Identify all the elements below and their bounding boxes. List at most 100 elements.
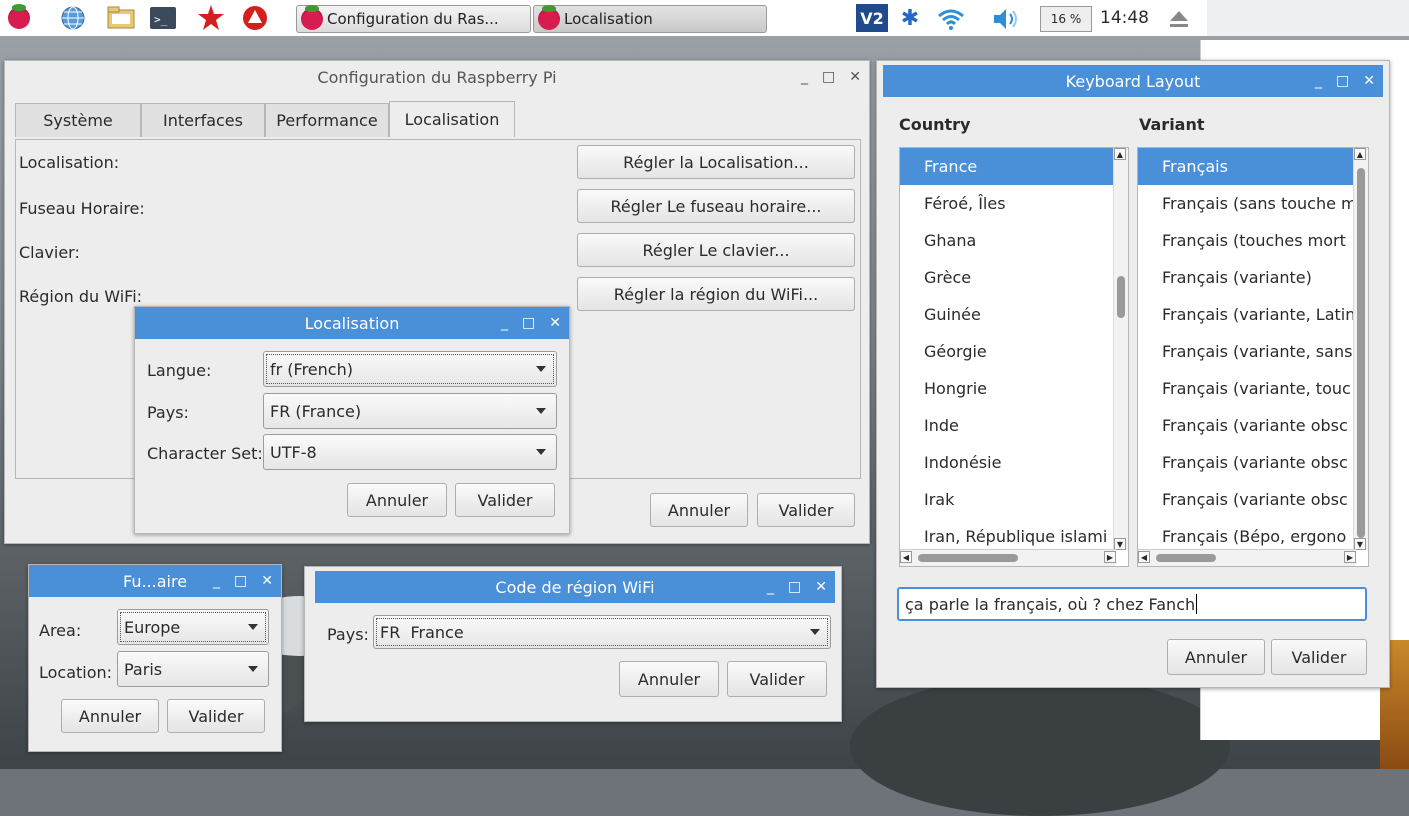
variant-hscrollbar[interactable]: ◀ ▶ — [1138, 549, 1356, 566]
cancel-button[interactable]: Annuler — [347, 483, 447, 517]
cancel-button[interactable]: Annuler — [61, 699, 159, 733]
wolfram-icon[interactable] — [240, 4, 270, 32]
maximize-icon[interactable]: □ — [1336, 73, 1349, 89]
variant-vscrollbar[interactable]: ▲ ▼ — [1353, 148, 1368, 550]
locale-titlebar[interactable]: Localisation _ □ ✕ — [135, 307, 569, 339]
set-keyboard-button[interactable]: Régler Le clavier... — [577, 233, 855, 267]
country-list[interactable]: France Féroé, Îles Ghana Grèce Guinée Géorgie… — [899, 147, 1129, 567]
set-locale-button[interactable]: Régler la Localisation... — [577, 145, 855, 179]
minimize-icon[interactable]: _ — [213, 573, 220, 589]
country-list-item[interactable]: Féroé, Îles — [900, 185, 1114, 222]
close-icon[interactable]: ✕ — [549, 315, 561, 331]
tab-systeme[interactable]: Système — [15, 103, 141, 137]
scroll-left-icon[interactable]: ◀ — [900, 551, 912, 563]
area-select[interactable]: Europe — [117, 609, 269, 645]
country-list-item[interactable]: Hongrie — [900, 370, 1114, 407]
country-rows: France Féroé, Îles Ghana Grèce Guinée Géorgie… — [900, 148, 1114, 555]
wifi-titlebar[interactable]: Code de région WiFi _ □ ✕ — [315, 571, 835, 603]
scroll-thumb[interactable] — [1156, 554, 1216, 562]
country-list-item[interactable]: Inde — [900, 407, 1114, 444]
tab-interfaces[interactable]: Interfaces — [141, 103, 265, 137]
cpu-monitor[interactable]: 16 % — [1040, 6, 1092, 32]
country-select[interactable]: FR (France) — [263, 393, 557, 429]
country-list-item[interactable]: Indonésie — [900, 444, 1114, 481]
raspberry-menu-icon[interactable] — [4, 4, 34, 32]
ok-button[interactable]: Valider — [455, 483, 555, 517]
cancel-button[interactable]: Annuler — [650, 493, 748, 527]
close-icon[interactable]: ✕ — [815, 579, 827, 595]
bluetooth-icon[interactable]: ✱ — [898, 6, 922, 32]
keyboard-titlebar[interactable]: Keyboard Layout _ □ ✕ — [883, 65, 1383, 97]
country-list-item[interactable]: Guinée — [900, 296, 1114, 333]
country-list-item[interactable]: Géorgie — [900, 333, 1114, 370]
volume-icon[interactable] — [992, 6, 1022, 32]
set-wifi-region-button[interactable]: Régler la région du WiFi... — [577, 277, 855, 311]
variant-list-item[interactable]: Français — [1138, 148, 1354, 185]
variant-list-item[interactable]: Français (variante obsc — [1138, 407, 1354, 444]
maximize-icon[interactable]: □ — [822, 69, 835, 85]
web-browser-icon[interactable] — [58, 4, 88, 32]
country-list-item[interactable]: Grèce — [900, 259, 1114, 296]
variant-list-item[interactable]: Français (variante) — [1138, 259, 1354, 296]
variant-list-item[interactable]: Français (variante, Latin — [1138, 296, 1355, 333]
charset-select[interactable]: UTF-8 — [263, 434, 557, 470]
test-input[interactable]: ça parle la français, où ? chez Fanch — [897, 587, 1367, 621]
tab-localisation[interactable]: Localisation — [389, 101, 515, 137]
country-list-item[interactable]: France — [900, 148, 1114, 185]
scroll-thumb[interactable] — [1357, 168, 1365, 538]
clock[interactable]: 14:48 — [1100, 8, 1149, 28]
country-list-item[interactable]: Ghana — [900, 222, 1114, 259]
wifi-icon[interactable] — [936, 4, 966, 32]
variant-list-item[interactable]: Français (variante, sans — [1138, 333, 1354, 370]
minimize-icon[interactable]: _ — [501, 315, 508, 331]
wifi-country-select[interactable]: FR France — [373, 615, 831, 649]
close-icon[interactable]: ✕ — [1363, 73, 1375, 89]
scroll-thumb[interactable] — [918, 554, 1018, 562]
variant-list[interactable]: Français Français (sans touche m Français … — [1137, 147, 1369, 567]
scroll-up-icon[interactable]: ▲ — [1114, 148, 1126, 160]
variant-list-item[interactable]: Français (touches mort — [1138, 222, 1354, 259]
mathematica-icon[interactable] — [196, 4, 226, 32]
vnc-icon[interactable]: V2 — [856, 4, 888, 32]
variant-list-item[interactable]: Français (sans touche m — [1138, 185, 1357, 222]
country-vscrollbar[interactable]: ▲ ▼ — [1113, 148, 1128, 550]
variant-list-item[interactable]: Français (variante obsc — [1138, 444, 1354, 481]
eject-icon[interactable] — [1168, 8, 1190, 30]
maximize-icon[interactable]: □ — [234, 573, 247, 589]
timezone-titlebar[interactable]: Fu...aire _ □ ✕ — [29, 565, 281, 597]
country-list-item[interactable]: Irak — [900, 481, 1114, 518]
language-select[interactable]: fr (French) — [263, 351, 557, 387]
config-titlebar[interactable]: Configuration du Raspberry Pi _ □ ✕ — [5, 61, 869, 93]
variant-list-item[interactable]: Français (variante obsc — [1138, 481, 1354, 518]
task-config[interactable]: Configuration du Ras... — [296, 5, 531, 33]
wifi-dialog: Code de région WiFi _ □ ✕ Pays: FR Franc… — [304, 566, 842, 722]
task-localisation[interactable]: Localisation — [533, 5, 767, 33]
scroll-left-icon[interactable]: ◀ — [1138, 551, 1150, 563]
file-manager-icon[interactable] — [106, 4, 136, 32]
ok-button[interactable]: Valider — [167, 699, 265, 733]
minimize-icon[interactable]: _ — [1315, 73, 1322, 89]
cancel-button[interactable]: Annuler — [1167, 639, 1265, 675]
country-hscrollbar[interactable]: ◀ ▶ — [900, 549, 1116, 566]
ok-button[interactable]: Valider — [757, 493, 855, 527]
minimize-icon[interactable]: _ — [767, 579, 774, 595]
ok-button[interactable]: Valider — [727, 661, 827, 697]
language-label: Langue: — [147, 361, 212, 380]
scroll-thumb[interactable] — [1117, 276, 1125, 318]
scroll-up-icon[interactable]: ▲ — [1354, 148, 1366, 160]
scroll-right-icon[interactable]: ▶ — [1344, 551, 1356, 563]
location-select[interactable]: Paris — [117, 651, 269, 687]
set-timezone-button[interactable]: Régler Le fuseau horaire... — [577, 189, 855, 223]
maximize-icon[interactable]: □ — [788, 579, 801, 595]
variant-list-item[interactable]: Français (variante, touc — [1138, 370, 1354, 407]
maximize-icon[interactable]: □ — [522, 315, 535, 331]
close-icon[interactable]: ✕ — [849, 69, 861, 85]
scroll-right-icon[interactable]: ▶ — [1104, 551, 1116, 563]
tab-performance[interactable]: Performance — [265, 103, 389, 137]
ok-button[interactable]: Valider — [1271, 639, 1367, 675]
minimize-icon[interactable]: _ — [801, 69, 808, 85]
cancel-button[interactable]: Annuler — [619, 661, 719, 697]
terminal-icon[interactable]: >_ — [148, 4, 178, 32]
area-label: Area: — [39, 621, 82, 640]
close-icon[interactable]: ✕ — [261, 573, 273, 589]
